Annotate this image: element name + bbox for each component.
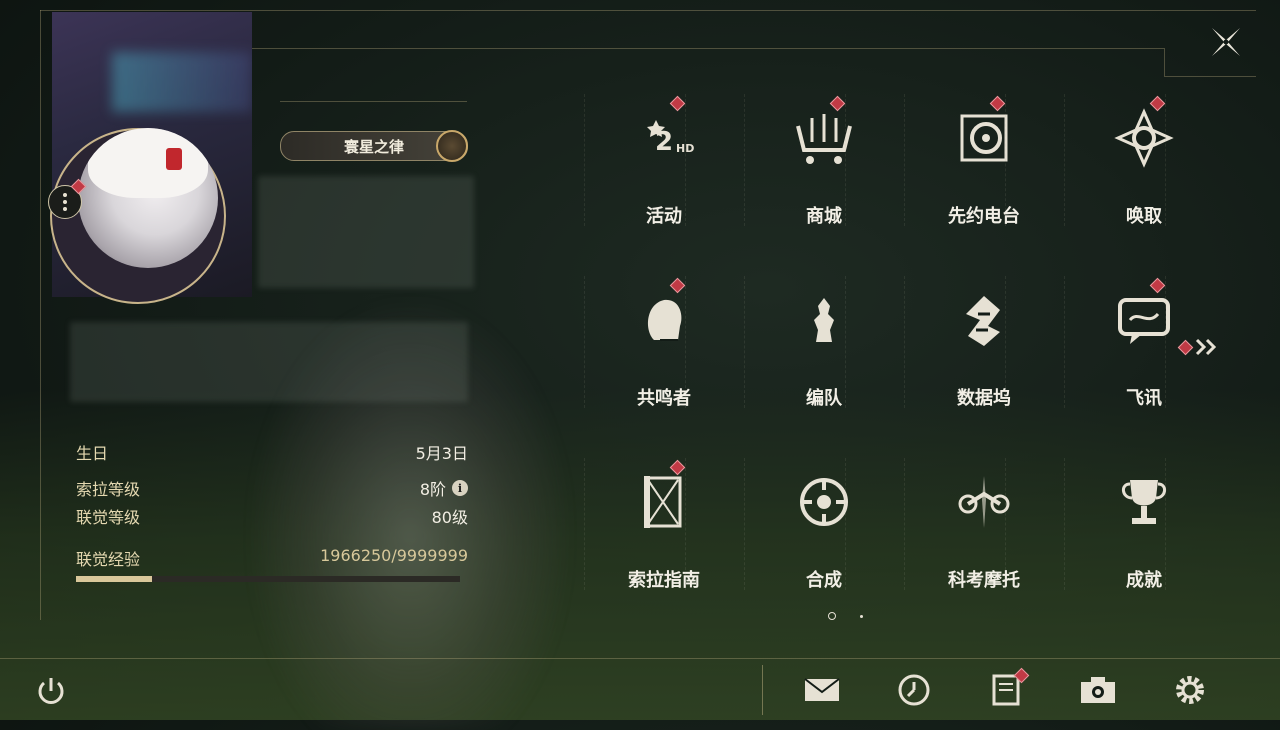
- menu-tile-frame: [1064, 458, 1166, 590]
- menu-item-8[interactable]: 索拉指南: [584, 458, 744, 640]
- page-indicator: [828, 612, 863, 620]
- menu-tile-frame: [904, 276, 1006, 408]
- clock-icon[interactable]: [892, 668, 936, 712]
- close-x-icon[interactable]: [1206, 22, 1246, 62]
- mail-icon[interactable]: [800, 668, 844, 712]
- menu-item-9[interactable]: 合成: [744, 458, 904, 640]
- union-exp-row: 联觉经验 1966250/9999999: [76, 546, 468, 570]
- menu-tile-frame: [584, 276, 686, 408]
- menu-item-11[interactable]: 成就: [1064, 458, 1224, 640]
- menu-tile-frame: [744, 276, 846, 408]
- menu-tile-frame: [1064, 94, 1166, 226]
- menu-item-2[interactable]: 先约电台: [904, 94, 1064, 276]
- menu-item-3[interactable]: 唤取: [1064, 94, 1224, 276]
- frame-inner-line: [252, 48, 1164, 49]
- frame-right-step: [1164, 48, 1165, 76]
- menu-tile-frame: [584, 458, 686, 590]
- page-dot-active[interactable]: [828, 612, 836, 620]
- birthday-label: 生日: [76, 444, 109, 463]
- menu-item-6[interactable]: 数据坞: [904, 276, 1064, 458]
- menu-tile-frame: [584, 94, 686, 226]
- sola-level-label: 索拉等级: [76, 480, 141, 499]
- birthday-value: 5月3日: [415, 444, 468, 463]
- avatar[interactable]: [78, 128, 218, 268]
- menu-tile-frame: [1064, 276, 1166, 408]
- hidden-signature-block: [70, 322, 468, 402]
- next-page-button[interactable]: [1177, 338, 1219, 356]
- frame-left-line: [40, 10, 41, 620]
- sola-level-value: 8阶: [419, 480, 446, 499]
- camera-icon[interactable]: [1076, 668, 1120, 712]
- settings-gear-icon[interactable]: [1168, 668, 1212, 712]
- bottom-separator: [762, 665, 763, 715]
- bottom-toolbar: [800, 667, 1212, 712]
- menu-grid: 2 HD 活动 商城 先约电台 唤取共鸣者 编队 数据坞 飞讯索拉指南 合成 科考摩托 成就: [584, 94, 1224, 640]
- menu-tile-frame: [744, 458, 846, 590]
- menu-item-1[interactable]: 商城: [744, 94, 904, 276]
- menu-tile-frame: [904, 94, 1006, 226]
- birthday-row: 生日 5月3日: [76, 436, 468, 468]
- hidden-uid-block: [258, 176, 474, 288]
- menu-tile-frame: [744, 94, 846, 226]
- page-dot[interactable]: [860, 614, 863, 618]
- next-page-badge: [1177, 339, 1194, 355]
- power-icon[interactable]: [34, 674, 68, 708]
- frame-right-short: [1164, 76, 1256, 77]
- menu-item-10[interactable]: 科考摩托: [904, 458, 1064, 640]
- union-exp-bar-fill: [76, 576, 152, 582]
- union-exp-value: 1966250/9999999: [320, 546, 468, 565]
- profile-divider: [280, 101, 467, 102]
- notes-icon[interactable]: [984, 667, 1030, 712]
- union-level-row: 联觉等级 80级: [76, 500, 468, 532]
- profile-stats: 生日 5月3日 索拉等级 8阶 i 联觉等级 80级 联觉经验 1966250/…: [76, 436, 468, 582]
- frame-top-line: [40, 10, 1256, 11]
- menu-item-0[interactable]: 2 HD 活动: [584, 94, 744, 276]
- menu-item-5[interactable]: 编队: [744, 276, 904, 458]
- menu-item-7[interactable]: 飞讯: [1064, 276, 1224, 458]
- menu-item-4[interactable]: 共鸣者: [584, 276, 744, 458]
- double-chevron-right-icon: [1195, 338, 1217, 356]
- union-level-label: 联觉等级: [76, 508, 141, 527]
- menu-tile-frame: [904, 458, 1006, 590]
- union-exp-label: 联觉经验: [76, 550, 141, 569]
- info-icon[interactable]: i: [452, 480, 468, 496]
- union-level-value: 80级: [431, 508, 468, 527]
- name-badge-right-ornament: [436, 130, 468, 162]
- union-exp-bar: [76, 576, 460, 582]
